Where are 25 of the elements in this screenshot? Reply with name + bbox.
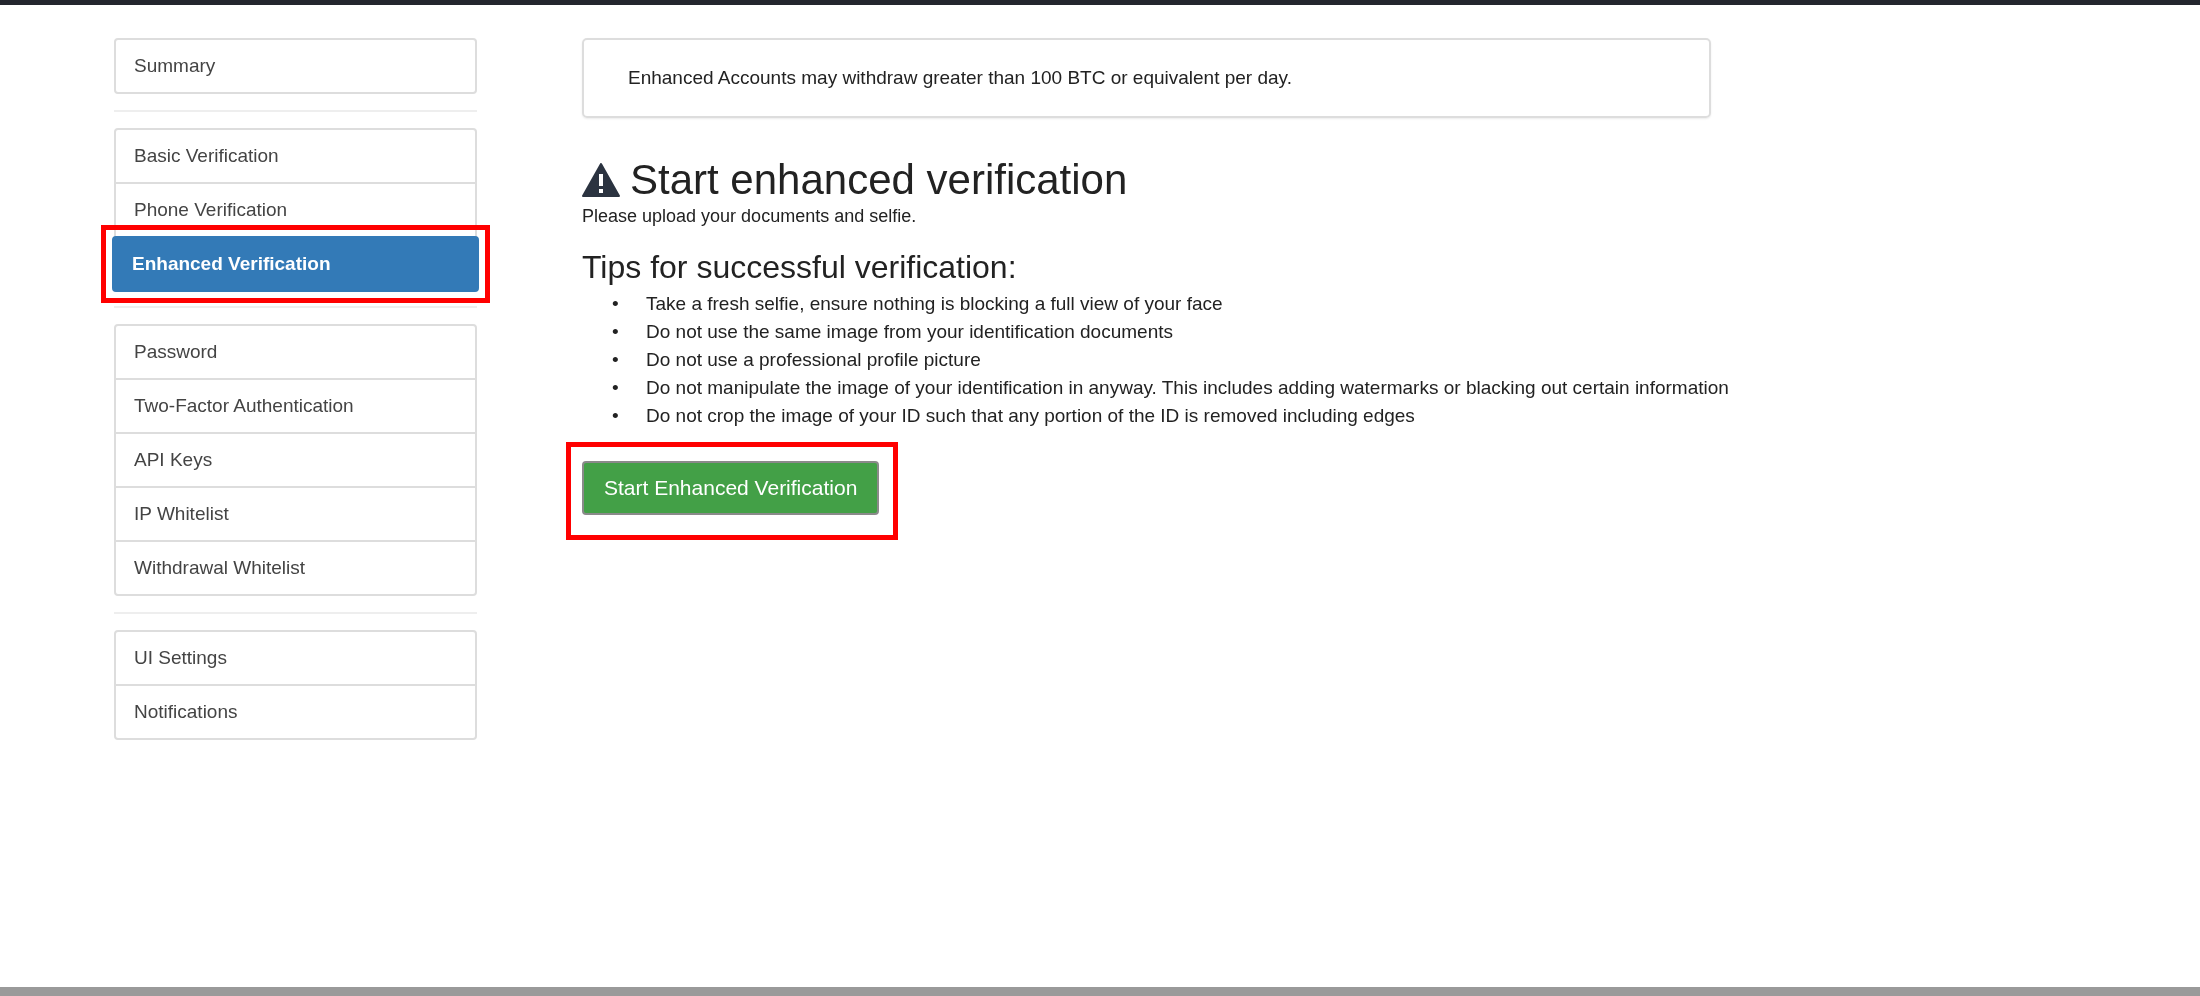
bullet: •: [612, 348, 620, 372]
sidebar-item[interactable]: IP Whitelist: [114, 486, 477, 542]
sidebar-item[interactable]: Two-Factor Authentication: [114, 378, 477, 434]
sidebar-item[interactable]: UI Settings: [114, 630, 477, 686]
tip-item: Do not use a professional profile picture: [646, 348, 981, 372]
sidebar-item[interactable]: Summary: [114, 38, 477, 94]
subtitle-text: Please upload your documents and selfie.: [582, 206, 917, 227]
notice-text: Enhanced Accounts may withdraw greater than 100 BTC or equivalent per day.: [582, 38, 1711, 118]
bullet: •: [612, 320, 620, 344]
tips-heading: Tips for successful verification:: [582, 249, 1017, 286]
sidebar-item[interactable]: API Keys: [114, 432, 477, 488]
bullet: •: [612, 376, 620, 400]
page-heading: Start enhanced verification: [630, 156, 1128, 204]
tip-item: Do not crop the image of your ID such that any portion of the ID is removed including edges: [646, 404, 1415, 428]
sidebar-item[interactable]: Password: [114, 324, 477, 380]
tip-item: Do not manipulate the image of your identification in anyway. This includes adding watermarks or blacking out certain information: [646, 376, 1729, 400]
sidebar-item[interactable]: Withdrawal Whitelist: [114, 540, 477, 596]
tip-item: Take a fresh selfie, ensure nothing is blocking a full view of your face: [646, 292, 1223, 316]
bullet: •: [612, 292, 620, 316]
sidebar-item[interactable]: Notifications: [114, 684, 477, 740]
bullet: •: [612, 404, 620, 428]
sidebar-item[interactable]: Basic Verification: [114, 128, 477, 184]
sidebar-item[interactable]: Enhanced Verification: [112, 236, 479, 292]
warning-icon: [582, 163, 620, 197]
tip-item: Do not use the same image from your identification documents: [646, 320, 1173, 344]
